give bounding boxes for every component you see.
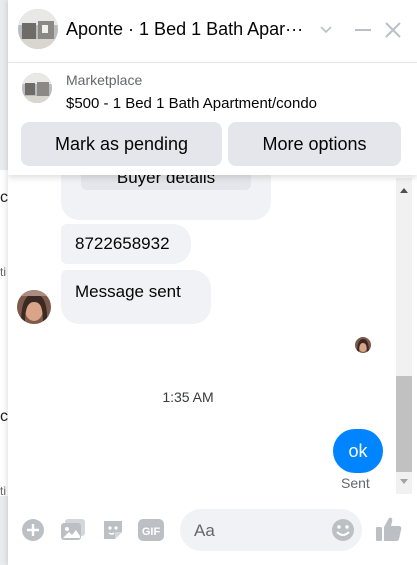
sender-avatar[interactable] [17,290,51,324]
scroll-up-arrow-icon[interactable] [396,182,412,198]
sticker-icon[interactable] [100,517,126,543]
photo-icon[interactable] [60,517,86,543]
message-composer: GIF [8,496,417,565]
scrollbar-thumb[interactable] [396,376,412,472]
delivery-status: Sent [341,475,370,491]
background-text-fragment: c [0,189,8,206]
message-bubble-status[interactable]: Message sent [61,270,211,324]
thumbs-up-icon[interactable] [374,514,404,544]
marketplace-label: Marketplace [66,72,143,88]
buyer-details-button[interactable]: Buyer details [81,174,251,190]
chat-window: Aponte · 1 Bed 1 Bath Apar··· Marketplac… [8,0,417,565]
background-text-fragment: c [0,408,8,425]
background-text-fragment: ti [0,265,6,279]
emoji-icon[interactable] [330,517,356,543]
mark-as-pending-button[interactable]: Mark as pending [21,122,222,166]
listing-title[interactable]: $500 - 1 Bed 1 Bath Apartment/condo [66,95,317,112]
message-input-container[interactable] [180,509,362,553]
message-thread[interactable]: Buyer details 8722658932 Message sent 1:… [8,174,417,496]
listing-avatar[interactable] [18,9,58,49]
plus-circle-icon[interactable] [20,517,46,543]
background-text-fragment: ti [0,484,6,498]
seen-indicator-avatar [355,337,371,353]
message-input[interactable] [192,509,326,553]
listing-thumbnail [22,73,52,103]
scroll-down-arrow-icon[interactable] [396,474,412,490]
marketplace-listing-card: Marketplace $500 - 1 Bed 1 Bath Apartmen… [8,62,417,175]
gif-icon[interactable]: GIF [138,517,164,543]
own-message-bubble[interactable]: ok [333,429,383,473]
chat-header[interactable]: Aponte · 1 Bed 1 Bath Apar··· [8,0,417,60]
chevron-down-icon[interactable] [314,18,338,42]
close-icon[interactable] [381,18,405,42]
message-timestamp: 1:35 AM [162,389,214,405]
minimize-icon[interactable] [351,18,375,42]
conversation-title[interactable]: Aponte · 1 Bed 1 Bath Apar··· [66,19,316,40]
gif-icon-label: GIF [142,526,161,538]
message-bubble-phone[interactable]: 8722658932 [61,224,191,264]
buyer-details-card: Buyer details [61,174,271,220]
more-options-button[interactable]: More options [228,122,401,166]
